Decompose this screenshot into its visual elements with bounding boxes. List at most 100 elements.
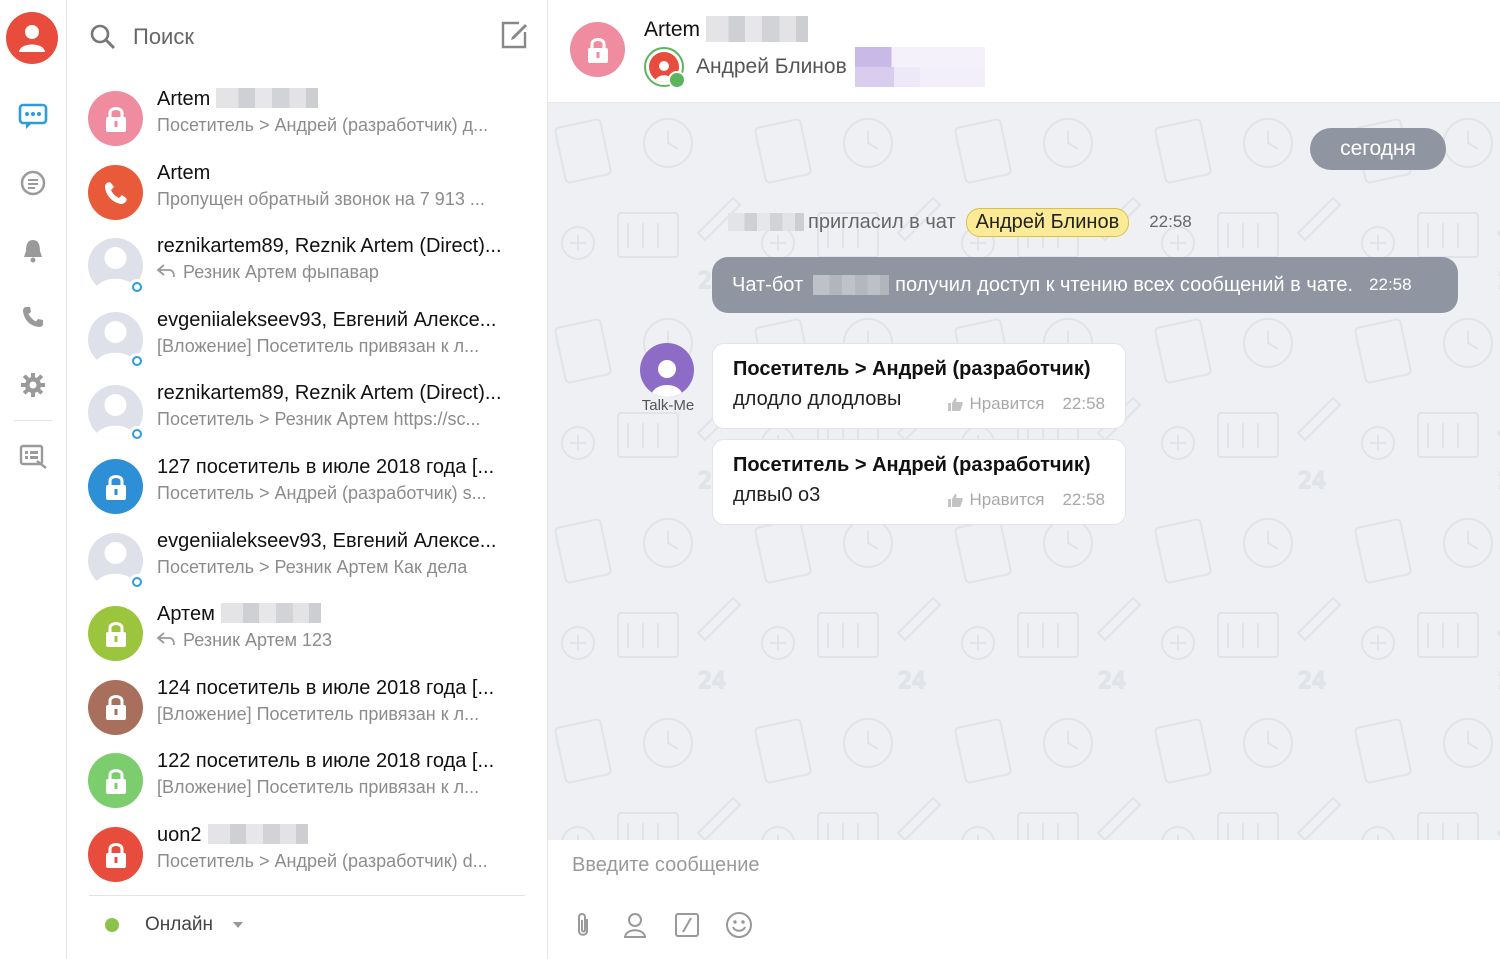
channel-badge-icon bbox=[129, 279, 145, 296]
message-sender: Посетитель > Андрей (разработчик) bbox=[733, 454, 1091, 476]
chat-item-preview: Резник Артем 123 bbox=[157, 630, 527, 651]
lock-icon bbox=[105, 621, 126, 647]
chat-item-preview-text: Посетитель > Андрей (разработчик) d... bbox=[157, 851, 488, 871]
chat-item-title-text: evgeniialekseev93, Евгений Алексе... bbox=[157, 308, 497, 331]
user-avatar[interactable] bbox=[6, 12, 58, 64]
chat-header: Artem Андрей Блинов bbox=[548, 0, 1500, 103]
chat-item-title: Артем bbox=[157, 603, 527, 626]
chat-list-item[interactable]: evgeniialekseev93, Евгений Алексе... Посе… bbox=[67, 524, 548, 597]
reports-icon[interactable] bbox=[16, 440, 50, 474]
message-meta: Нравится 22:58 bbox=[947, 394, 1105, 414]
compose-icon[interactable] bbox=[499, 20, 529, 50]
chat-list-item[interactable]: Artem Пропущен обратный звонок на 7 913 .… bbox=[67, 156, 548, 229]
chat-item-preview-text: [Вложение] Посетитель привязан к л... bbox=[157, 335, 480, 356]
chat-item-preview-text: [Вложение] Посетитель привязан к л... bbox=[157, 703, 480, 724]
like-button[interactable]: Нравится bbox=[947, 394, 1044, 414]
chat-item-title: 127 посетитель в июле 2018 года [... bbox=[157, 456, 527, 479]
chat-list-item[interactable]: evgeniialekseev93, Евгений Алексе... [Вло… bbox=[67, 303, 548, 376]
person-icon bbox=[19, 25, 45, 52]
chat-item-preview: Посетитель > Резник Артем Как дела bbox=[157, 557, 527, 578]
chat-item-preview-text: [Вложение] Посетитель привязан к л... bbox=[157, 777, 480, 798]
like-button[interactable]: Нравится bbox=[947, 490, 1044, 510]
chat-item-title: 124 посетитель в июле 2018 года [... bbox=[157, 677, 527, 700]
redacted-text bbox=[216, 88, 319, 108]
chat-list-item[interactable]: reznikartem89, Reznik Artem (Direct)... П… bbox=[67, 376, 548, 449]
chat-avatar bbox=[88, 606, 143, 662]
reply-icon bbox=[157, 264, 175, 278]
chat-list-item[interactable]: Artem Посетитель > Андрей (разработчик) д… bbox=[67, 82, 548, 155]
chat-list-item[interactable]: uon2 Посетитель > Андрей (разработчик) d.… bbox=[67, 818, 548, 891]
message-time: 22:58 bbox=[1369, 275, 1412, 294]
message-area[interactable]: 24 сегодня пригласил в чат Андрей Блинов… bbox=[548, 103, 1500, 840]
chat-list-item[interactable]: 124 посетитель в июле 2018 года [... [Вло… bbox=[67, 671, 548, 744]
chat-avatar[interactable] bbox=[570, 22, 625, 77]
crown-icon bbox=[668, 71, 686, 89]
chat-item-preview: [Вложение] Посетитель привязан к л... bbox=[157, 336, 527, 357]
phone-icon[interactable] bbox=[16, 300, 50, 334]
channel-badge-icon bbox=[129, 426, 145, 443]
chat-item-preview-text: Посетитель > Андрей (разработчик) s... bbox=[157, 483, 487, 503]
rail-divider bbox=[14, 420, 52, 421]
thumbs-up-icon bbox=[948, 398, 964, 411]
invite-text: пригласил в чат bbox=[808, 210, 956, 233]
chat-list-item[interactable]: reznikartem89, Reznik Artem (Direct)... Р… bbox=[67, 229, 548, 302]
chat-avatar bbox=[88, 459, 143, 514]
chat-item-title-text: 127 посетитель в июле 2018 года [... bbox=[157, 456, 495, 478]
chat-list-item[interactable]: 127 посетитель в июле 2018 года [... Посе… bbox=[67, 450, 548, 523]
chevron-down-icon bbox=[233, 922, 244, 928]
channel-badge-icon bbox=[129, 573, 145, 590]
emoji-icon[interactable] bbox=[724, 910, 754, 940]
redacted-text bbox=[220, 603, 321, 624]
invited-user-chip[interactable]: Андрей Блинов bbox=[965, 207, 1130, 237]
redacted-text bbox=[813, 275, 890, 295]
message-input[interactable] bbox=[572, 850, 1452, 880]
chat-avatar bbox=[88, 164, 143, 220]
chat-item-title-text: Артем bbox=[157, 603, 215, 626]
history-nav-icon[interactable] bbox=[16, 166, 50, 200]
message-meta: Нравится 22:58 bbox=[947, 490, 1105, 510]
chat-title-text: Artem bbox=[644, 18, 701, 41]
like-label: Нравится bbox=[969, 394, 1045, 413]
bot-avatar[interactable] bbox=[640, 343, 694, 397]
message-bubble[interactable]: Посетитель > Андрей (разработчик) длвы0 о… bbox=[712, 439, 1126, 525]
search-input[interactable] bbox=[133, 24, 473, 50]
chat-item-title: Artem bbox=[157, 162, 527, 185]
chat-item-title: uon2 bbox=[157, 824, 527, 847]
chat-item-preview: Посетитель > Андрей (разработчик) d... bbox=[157, 851, 527, 872]
message-bubble[interactable]: Посетитель > Андрей (разработчик) длодло … bbox=[712, 343, 1126, 429]
phone-icon bbox=[104, 182, 127, 205]
chat-avatar bbox=[88, 827, 143, 882]
status-dot bbox=[105, 918, 119, 932]
chats-nav-icon[interactable] bbox=[16, 100, 50, 134]
like-label: Нравится bbox=[969, 490, 1045, 509]
attachment-icon[interactable] bbox=[568, 910, 598, 940]
chat-list-panel: Artem Посетитель > Андрей (разработчик) д… bbox=[67, 0, 548, 959]
redacted-text bbox=[706, 16, 809, 42]
lock-icon bbox=[105, 842, 126, 868]
chat-item-preview: [Вложение] Посетитель привязан к л... bbox=[157, 777, 527, 798]
chat-item-preview: Посетитель > Резник Артем https://sc... bbox=[157, 409, 527, 430]
chat-item-title-text: reznikartem89, Reznik Artem (Direct)... bbox=[157, 235, 502, 258]
command-icon[interactable] bbox=[672, 910, 702, 940]
chat-panel: Artem Андрей Блинов 24 bbox=[548, 0, 1500, 959]
message-composer bbox=[548, 840, 1500, 959]
chat-item-title-text: Artem bbox=[157, 88, 211, 110]
contact-icon[interactable] bbox=[620, 910, 650, 940]
list-divider bbox=[89, 895, 525, 896]
navigation-rail bbox=[0, 0, 67, 959]
chat-list-item[interactable]: 122 посетитель в июле 2018 года [... [Вло… bbox=[67, 744, 548, 817]
chat-list-item[interactable]: Артем Резник Артем 123 bbox=[67, 597, 548, 670]
message-time: 22:58 bbox=[1062, 490, 1105, 509]
chat-avatar bbox=[88, 679, 143, 735]
operator-avatar bbox=[644, 47, 686, 89]
chat-item-preview-text: Посетитель > Резник Артем Как дела bbox=[157, 556, 468, 577]
lock-icon bbox=[105, 474, 126, 500]
status-selector[interactable]: Онлайн bbox=[105, 914, 244, 936]
bell-icon[interactable] bbox=[16, 234, 50, 268]
lock-icon bbox=[105, 695, 126, 721]
assigned-operator[interactable]: Андрей Блинов bbox=[644, 46, 985, 89]
chat-item-title: Artem bbox=[157, 88, 527, 111]
gear-icon[interactable] bbox=[16, 368, 50, 402]
search-bar bbox=[89, 16, 529, 58]
status-label: Онлайн bbox=[145, 914, 214, 935]
